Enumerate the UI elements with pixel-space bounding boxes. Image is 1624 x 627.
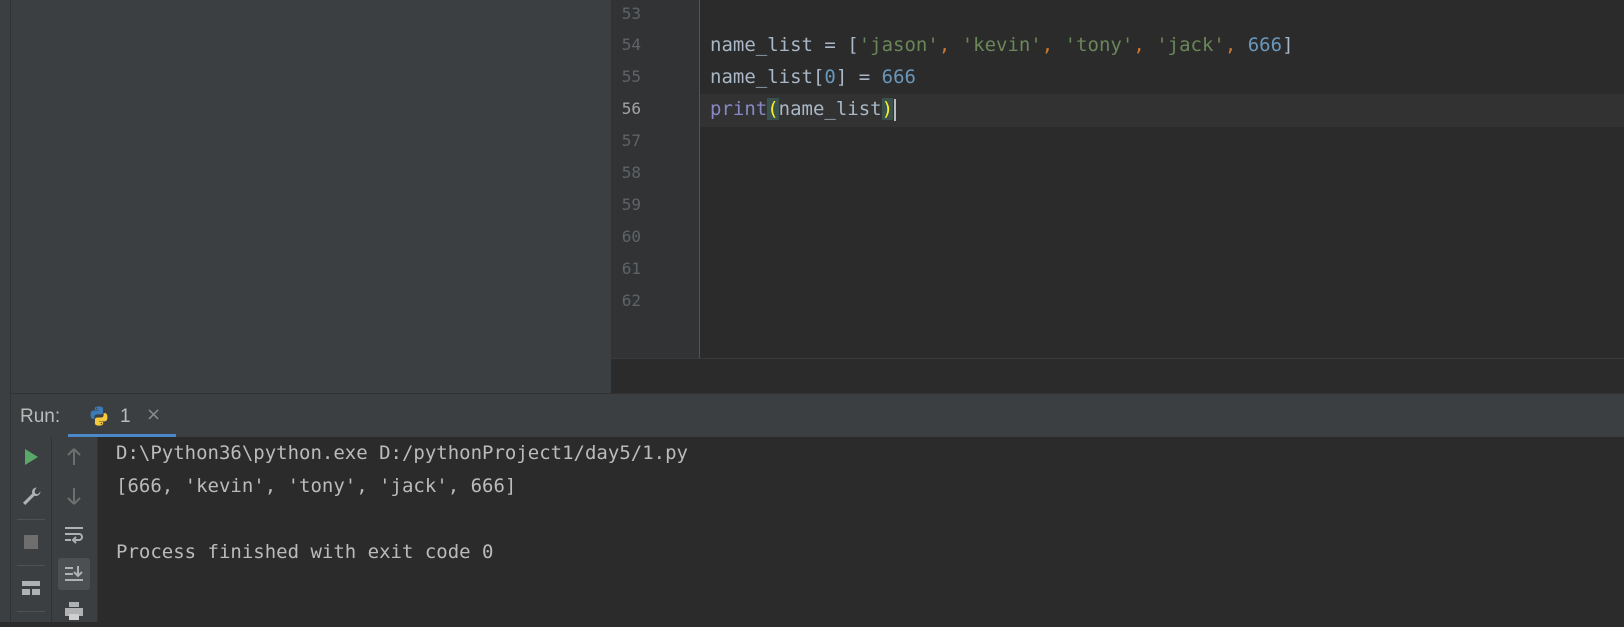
console-line: D:\Python36\python.exe D:/pythonProject1…	[116, 442, 688, 464]
code-line-54[interactable]: name_list = ['jason', 'kevin', 'tony', '…	[710, 31, 1294, 64]
string-token: 'kevin'	[961, 34, 1042, 56]
arrow-up-icon	[67, 448, 81, 465]
python-icon	[90, 406, 108, 426]
line-number: 54	[621, 35, 641, 54]
editor-bottom-area	[611, 358, 1624, 394]
left-tool-strip	[0, 0, 11, 622]
close-icon[interactable]: ×	[146, 404, 161, 425]
code-line-55[interactable]: name_list[0] = 666	[710, 63, 916, 96]
run-toolbar-primary	[11, 437, 52, 622]
line-number: 62	[621, 291, 641, 310]
print-icon	[65, 602, 83, 620]
gutter-separator	[699, 0, 700, 358]
line-number-current: 56	[621, 99, 641, 118]
code-line-56[interactable]: print(name_list)	[710, 95, 897, 128]
console-output[interactable]: D:\Python36\python.exe D:/pythonProject1…	[98, 437, 1624, 622]
number-token: 666	[1247, 34, 1283, 56]
console-line: Process finished with exit code 0	[116, 541, 494, 563]
code-token: name_list	[710, 66, 813, 88]
project-panel	[11, 0, 611, 393]
code-token: =	[847, 66, 882, 88]
string-token: 'tony'	[1064, 34, 1134, 56]
run-label: Run:	[20, 406, 61, 427]
line-number: 61	[621, 259, 641, 278]
toolbar-separator	[17, 611, 45, 612]
code-editor[interactable]: 53 54 55 56 57 58 59 60 61 62 name_list …	[611, 0, 1624, 358]
code-token: =	[812, 34, 848, 56]
play-icon	[25, 449, 38, 465]
code-token: ]	[835, 66, 848, 88]
builtin-token: print	[710, 98, 768, 120]
string-token: 'jason'	[858, 34, 939, 56]
arrow-down-icon	[67, 488, 81, 505]
line-number: 53	[621, 4, 641, 23]
comma-token: ,	[1224, 34, 1248, 56]
comma-token: ,	[1041, 34, 1065, 56]
stop-icon	[24, 535, 38, 549]
paren-token: )	[881, 98, 894, 120]
run-toolbar-secondary	[52, 437, 98, 622]
string-token: 'jack'	[1156, 34, 1225, 56]
line-number: 57	[621, 131, 641, 150]
console-line: [666, 'kevin', 'tony', 'jack', 666]	[116, 475, 517, 497]
stop-button[interactable]	[15, 526, 47, 558]
line-number: 59	[621, 195, 641, 214]
layout-button[interactable]	[15, 572, 47, 604]
soft-wrap-icon	[65, 527, 83, 544]
rerun-button[interactable]	[15, 441, 47, 473]
run-tab-label: 1	[120, 406, 131, 427]
code-token: name_list	[778, 98, 882, 120]
number-token: 666	[881, 66, 916, 88]
toolbar-separator	[17, 519, 45, 520]
line-number: 58	[621, 163, 641, 182]
scroll-to-end-button[interactable]	[58, 558, 90, 590]
code-token: [	[812, 66, 825, 88]
text-caret	[894, 98, 897, 121]
code-token: ]	[1282, 34, 1294, 56]
soft-wrap-button[interactable]	[58, 519, 90, 551]
scroll-up-button[interactable]	[58, 441, 90, 473]
settings-button[interactable]	[15, 480, 47, 512]
layout-icon	[22, 581, 40, 595]
comma-token: ,	[1133, 34, 1157, 56]
print-button[interactable]	[58, 595, 90, 627]
code-token: name_list	[710, 34, 813, 56]
scroll-to-end-icon	[65, 566, 83, 581]
scroll-down-button[interactable]	[58, 480, 90, 512]
comma-token: ,	[938, 34, 962, 56]
line-number: 60	[621, 227, 641, 246]
toolbar-separator	[17, 565, 45, 566]
line-number-gutter: 53 54 55 56 57 58 59 60 61 62	[611, 0, 699, 358]
run-panel-header: Run: 1 ×	[11, 393, 1624, 437]
paren-token: (	[767, 98, 779, 120]
line-number: 55	[621, 67, 641, 86]
run-tab[interactable]: 1 ×	[68, 394, 176, 437]
wrench-icon	[23, 487, 41, 505]
code-token: [	[847, 34, 859, 56]
number-token: 0	[824, 66, 836, 88]
